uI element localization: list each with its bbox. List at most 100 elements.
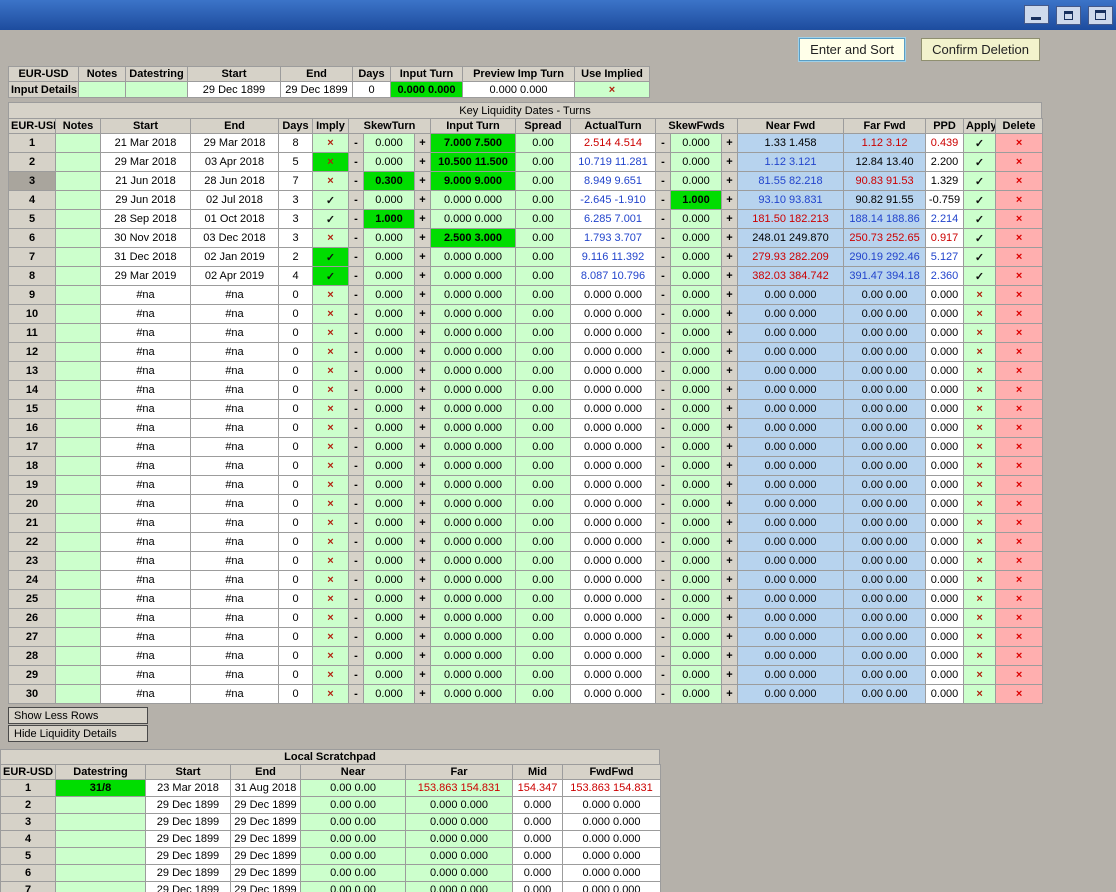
- notes-cell[interactable]: [56, 153, 101, 172]
- skewfwds-value[interactable]: 0.000: [671, 324, 722, 343]
- delete-button[interactable]: ×: [996, 628, 1043, 647]
- skewturn-minus-button[interactable]: -: [349, 343, 364, 362]
- end-date-cell[interactable]: #na: [191, 286, 279, 305]
- input-turn-cell[interactable]: 0.000 0.000: [431, 685, 516, 704]
- notes-cell[interactable]: [56, 229, 101, 248]
- row-number[interactable]: 24: [9, 571, 56, 590]
- skewfwds-value[interactable]: 0.000: [671, 552, 722, 571]
- notes-cell[interactable]: [56, 514, 101, 533]
- skewturn-value[interactable]: 0.000: [364, 229, 415, 248]
- skewfwds-plus-button[interactable]: +: [722, 210, 738, 229]
- input-turn-cell[interactable]: 0.000 0.000: [431, 286, 516, 305]
- skewturn-minus-button[interactable]: -: [349, 210, 364, 229]
- skewturn-plus-button[interactable]: +: [415, 419, 431, 438]
- apply-button[interactable]: ×: [964, 305, 996, 324]
- notes-cell[interactable]: [56, 647, 101, 666]
- input-turn-cell[interactable]: 0.000 0.000: [431, 571, 516, 590]
- skewfwds-plus-button[interactable]: +: [722, 191, 738, 210]
- end-date-cell[interactable]: #na: [191, 381, 279, 400]
- imply-toggle[interactable]: ×: [313, 286, 349, 305]
- end-date-cell[interactable]: #na: [191, 609, 279, 628]
- end-date-cell[interactable]: #na: [191, 533, 279, 552]
- imply-toggle[interactable]: ×: [313, 419, 349, 438]
- apply-button[interactable]: ✓: [964, 191, 996, 210]
- imply-toggle[interactable]: ×: [313, 495, 349, 514]
- row-number[interactable]: 6: [9, 229, 56, 248]
- skewturn-value[interactable]: 0.000: [364, 438, 415, 457]
- skewfwds-plus-button[interactable]: +: [722, 419, 738, 438]
- notes-cell[interactable]: [56, 495, 101, 514]
- skewfwds-minus-button[interactable]: -: [656, 628, 671, 647]
- start-date-cell[interactable]: #na: [101, 476, 191, 495]
- row-number[interactable]: 17: [9, 438, 56, 457]
- skewfwds-minus-button[interactable]: -: [656, 172, 671, 191]
- input-turn-cell[interactable]: 0.000 0.000: [431, 305, 516, 324]
- skewfwds-minus-button[interactable]: -: [656, 666, 671, 685]
- notes-cell[interactable]: [56, 419, 101, 438]
- imply-toggle[interactable]: ×: [313, 590, 349, 609]
- skewturn-value[interactable]: 0.000: [364, 609, 415, 628]
- skewturn-plus-button[interactable]: +: [415, 229, 431, 248]
- row-number[interactable]: 1: [9, 134, 56, 153]
- end-date-cell[interactable]: #na: [191, 476, 279, 495]
- notes-cell[interactable]: [56, 381, 101, 400]
- skewturn-value[interactable]: 0.000: [364, 362, 415, 381]
- end-date-cell[interactable]: #na: [191, 666, 279, 685]
- start-date-cell[interactable]: #na: [101, 343, 191, 362]
- skewfwds-value[interactable]: 0.000: [671, 210, 722, 229]
- skewfwds-plus-button[interactable]: +: [722, 571, 738, 590]
- skewfwds-plus-button[interactable]: +: [722, 609, 738, 628]
- skewturn-plus-button[interactable]: +: [415, 381, 431, 400]
- imply-toggle[interactable]: ✓: [313, 267, 349, 286]
- input-turn-cell[interactable]: 0.000 0.000: [431, 533, 516, 552]
- skewfwds-plus-button[interactable]: +: [722, 134, 738, 153]
- delete-button[interactable]: ×: [996, 419, 1043, 438]
- apply-button[interactable]: ✓: [964, 153, 996, 172]
- skewfwds-plus-button[interactable]: +: [722, 552, 738, 571]
- start-date-cell[interactable]: 21 Mar 2018: [101, 134, 191, 153]
- imply-toggle[interactable]: ✓: [313, 191, 349, 210]
- input-turn-cell[interactable]: 0.000 0.000: [431, 552, 516, 571]
- skewturn-plus-button[interactable]: +: [415, 286, 431, 305]
- input-turn-cell[interactable]: 9.000 9.000: [431, 172, 516, 191]
- start-date-cell[interactable]: #na: [101, 438, 191, 457]
- end-date-cell[interactable]: 28 Jun 2018: [191, 172, 279, 191]
- notes-cell[interactable]: [56, 571, 101, 590]
- input-turn-cell[interactable]: 7.000 7.500: [431, 134, 516, 153]
- skewfwds-value[interactable]: 0.000: [671, 666, 722, 685]
- row-number[interactable]: 19: [9, 476, 56, 495]
- skewfwds-minus-button[interactable]: -: [656, 457, 671, 476]
- skewturn-minus-button[interactable]: -: [349, 647, 364, 666]
- start-date-cell[interactable]: #na: [101, 552, 191, 571]
- delete-button[interactable]: ×: [996, 324, 1043, 343]
- sp-datestring-cell[interactable]: [56, 831, 146, 848]
- start-date-cell[interactable]: #na: [101, 514, 191, 533]
- skewturn-value[interactable]: 0.000: [364, 476, 415, 495]
- skewturn-plus-button[interactable]: +: [415, 590, 431, 609]
- skewfwds-plus-button[interactable]: +: [722, 305, 738, 324]
- skewfwds-minus-button[interactable]: -: [656, 514, 671, 533]
- skewfwds-plus-button[interactable]: +: [722, 229, 738, 248]
- input-turn-cell[interactable]: 0.000 0.000: [431, 590, 516, 609]
- apply-button[interactable]: ✓: [964, 267, 996, 286]
- skewfwds-minus-button[interactable]: -: [656, 476, 671, 495]
- delete-button[interactable]: ×: [996, 514, 1043, 533]
- imply-toggle[interactable]: ×: [313, 552, 349, 571]
- skewfwds-minus-button[interactable]: -: [656, 324, 671, 343]
- start-date-cell[interactable]: #na: [101, 457, 191, 476]
- skewturn-value[interactable]: 0.000: [364, 381, 415, 400]
- row-number[interactable]: 13: [9, 362, 56, 381]
- delete-button[interactable]: ×: [996, 248, 1043, 267]
- skewfwds-plus-button[interactable]: +: [722, 248, 738, 267]
- imply-toggle[interactable]: ×: [313, 153, 349, 172]
- sp-row-number[interactable]: 5: [1, 848, 56, 865]
- skewfwds-value[interactable]: 0.000: [671, 514, 722, 533]
- use-implied-toggle[interactable]: ×: [575, 82, 650, 98]
- skewfwds-minus-button[interactable]: -: [656, 267, 671, 286]
- sp-datestring-cell[interactable]: [56, 865, 146, 882]
- delete-button[interactable]: ×: [996, 172, 1043, 191]
- row-number[interactable]: 9: [9, 286, 56, 305]
- skewturn-value[interactable]: 0.000: [364, 400, 415, 419]
- skewfwds-value[interactable]: 0.000: [671, 457, 722, 476]
- skewturn-minus-button[interactable]: -: [349, 438, 364, 457]
